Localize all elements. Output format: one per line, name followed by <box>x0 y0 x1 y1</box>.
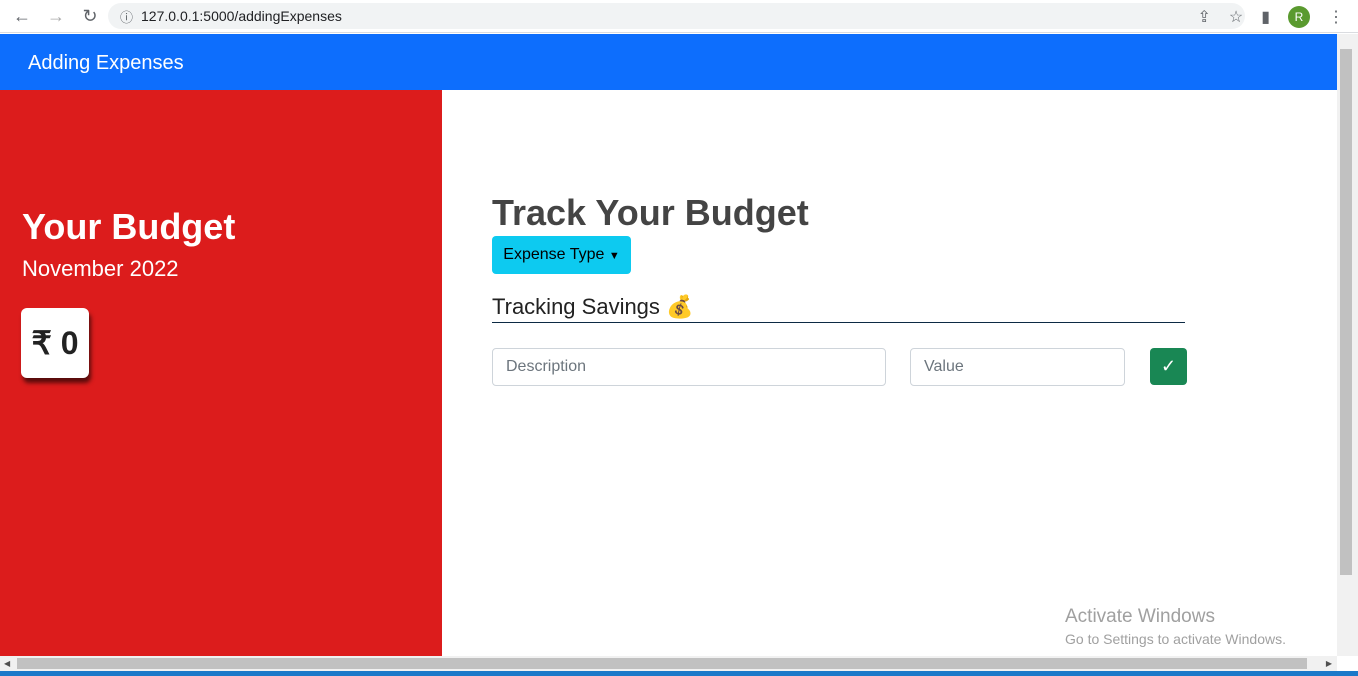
value-input[interactable] <box>910 348 1125 386</box>
scroll-right-icon[interactable]: ▶ <box>1326 659 1332 668</box>
budget-amount: ₹ 0 <box>21 308 89 378</box>
vertical-scrollbar[interactable] <box>1337 34 1358 656</box>
submit-button[interactable]: ✓ <box>1150 348 1187 385</box>
caret-down-icon: ▼ <box>608 250 620 262</box>
url-text: 127.0.0.1:5000/addingExpenses <box>141 8 342 24</box>
scroll-left-icon[interactable]: ◀ <box>4 659 10 668</box>
browser-toolbar: ← → ↻ ⓘ 127.0.0.1:5000/addingExpenses ⇪ … <box>0 0 1358 33</box>
activation-watermark: Activate Windows Go to Settings to activ… <box>1065 606 1286 647</box>
budget-panel: Your Budget November 2022 ₹ 0 <box>0 90 442 656</box>
horizontal-scrollbar[interactable]: ◀ ▶ <box>0 656 1337 671</box>
navbar-brand[interactable]: Adding Expenses <box>0 34 1337 90</box>
expense-type-dropdown[interactable]: Expense Type ▼ <box>492 236 631 274</box>
address-bar[interactable]: ⓘ 127.0.0.1:5000/addingExpenses <box>108 3 1245 29</box>
watermark-subtitle: Go to Settings to activate Windows. <box>1065 631 1286 647</box>
avatar[interactable]: R <box>1288 6 1310 28</box>
watermark-title: Activate Windows <box>1065 606 1215 627</box>
vertical-scroll-thumb[interactable] <box>1340 49 1352 575</box>
description-input[interactable] <box>492 348 886 386</box>
info-icon[interactable]: ⓘ <box>120 7 133 26</box>
page-title: Track Your Budget <box>492 192 809 233</box>
taskbar <box>0 671 1358 676</box>
forward-icon[interactable]: → <box>44 6 68 27</box>
section-title: Tracking Savings 💰 <box>492 294 1185 323</box>
dropdown-label: Expense Type <box>503 246 605 263</box>
budget-month: November 2022 <box>22 256 179 281</box>
share-icon[interactable]: ⇪ <box>1197 7 1210 27</box>
back-icon[interactable]: ← <box>10 6 34 27</box>
reload-icon[interactable]: ↻ <box>78 6 102 27</box>
budget-title: Your Budget <box>22 206 236 247</box>
horizontal-scroll-thumb[interactable] <box>17 658 1307 669</box>
menu-icon[interactable]: ⋮ <box>1328 7 1344 27</box>
star-icon[interactable]: ☆ <box>1229 7 1243 27</box>
side-panel-icon[interactable]: ▮ <box>1261 7 1270 27</box>
